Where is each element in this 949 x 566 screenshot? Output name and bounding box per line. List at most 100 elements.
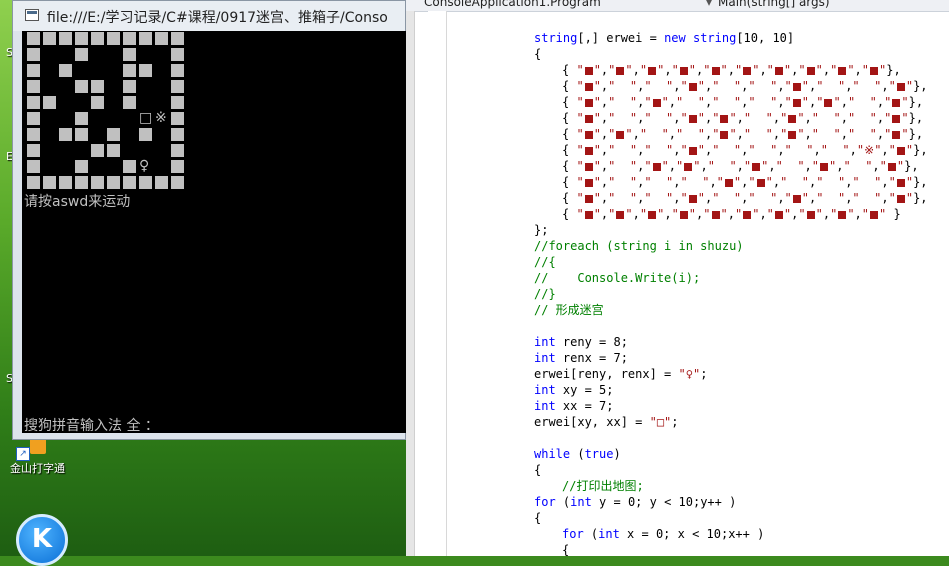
code-line[interactable]: int reny = 8; (534, 334, 628, 350)
array-row[interactable]: { " "," "," "," "," "," "," "," "," "," " } (562, 206, 901, 222)
maze-wall (27, 112, 40, 125)
console-window-icon (25, 9, 39, 21)
code-line[interactable]: int xy = 5; (534, 382, 613, 398)
maze-wall (155, 176, 168, 189)
maze-wall (139, 128, 152, 141)
code-line[interactable]: // Console.Write(i); (534, 270, 700, 286)
maze-wall (107, 32, 120, 45)
maze-wall (59, 128, 72, 141)
maze-wall (59, 176, 72, 189)
shortcut-arrow-icon: ↗ (16, 447, 30, 461)
array-row[interactable]: { " "," "," "," "," "," "," "," "," "," "}, (562, 62, 901, 78)
maze-wall (171, 80, 184, 93)
typing-app-icon[interactable] (30, 438, 46, 454)
maze-wall (75, 112, 88, 125)
maze-wall (171, 160, 184, 173)
code-line[interactable]: //打印出地图; (562, 478, 644, 494)
code-line[interactable]: erwei[xy, xx] = "□"; (534, 414, 679, 430)
array-row[interactable]: { " "," "," "," "," "," "," "," "," "," "}, (562, 126, 923, 142)
dropdown-arrow-icon[interactable]: ▾ (706, 0, 712, 9)
maze-wall (171, 64, 184, 77)
code-line[interactable]: erwei[reny, renx] = "♀"; (534, 366, 707, 382)
maze-wall (91, 32, 104, 45)
maze-wall (139, 64, 152, 77)
maze-wall (171, 112, 184, 125)
maze-wall (123, 64, 136, 77)
code-editor[interactable]: ConsoleApplication1.Program ▾ Main(strin… (406, 0, 949, 557)
code-line[interactable]: for (int y = 0; y < 10;y++ ) (534, 494, 736, 510)
type-dropdown[interactable]: ConsoleApplication1.Program (424, 0, 601, 9)
maze-wall (43, 176, 56, 189)
array-row[interactable]: { " "," "," "," "," "," "," "," ","※"," "}, (562, 142, 928, 158)
array-row[interactable]: { " "," "," "," "," "," "," "," "," "," "}, (562, 190, 928, 206)
code-line[interactable]: // 形成迷宫 (534, 302, 604, 318)
player: ♀ (139, 158, 150, 174)
maze-wall (75, 128, 88, 141)
maze-wall (27, 144, 40, 157)
maze-wall (155, 32, 168, 45)
maze-wall (27, 128, 40, 141)
console-prompt: 请按aswd来运动 (24, 194, 131, 210)
maze-wall (75, 80, 88, 93)
maze-wall (123, 96, 136, 109)
push-box: □ (139, 110, 153, 126)
code-line[interactable]: }; (534, 222, 548, 238)
code-line[interactable]: { (534, 46, 541, 62)
maze-wall (171, 128, 184, 141)
maze-wall (91, 80, 104, 93)
code-line[interactable]: int xx = 7; (534, 398, 613, 414)
maze-wall (27, 96, 40, 109)
code-line[interactable]: //foreach (string i in shuzu) (534, 238, 744, 254)
maze-wall (171, 144, 184, 157)
maze-wall (171, 176, 184, 189)
maze-wall (27, 176, 40, 189)
console-titlebar[interactable]: file:///E:/学习记录/C#课程/0917迷宫、推箱子/Conso (13, 1, 405, 31)
goal-marker: ※ (155, 110, 167, 126)
code-line[interactable]: { (534, 462, 541, 478)
code-line[interactable]: string[,] erwei = new string[10, 10] (534, 30, 794, 46)
array-row[interactable]: { " "," "," "," "," "," "," "," "," "," "}, (562, 78, 928, 94)
maze-wall (43, 96, 56, 109)
kugou-icon[interactable]: K (16, 514, 68, 566)
maze-wall (59, 64, 72, 77)
code-area[interactable]: string[,] erwei = new string[10, 10]{{ "… (406, 11, 949, 557)
maze-wall (59, 32, 72, 45)
member-dropdown[interactable]: Main(string[] args) (718, 0, 830, 9)
maze-wall (91, 176, 104, 189)
maze-wall (27, 32, 40, 45)
array-row[interactable]: { " "," "," "," "," "," "," "," "," "," "}, (562, 158, 919, 174)
maze-wall (107, 144, 120, 157)
code-line[interactable]: //{ (534, 254, 556, 270)
maze-wall (123, 32, 136, 45)
maze-wall (123, 80, 136, 93)
maze-wall (107, 176, 120, 189)
console-window[interactable]: file:///E:/学习记录/C#课程/0917迷宫、推箱子/Conso □ ※… (12, 0, 406, 440)
array-row[interactable]: { " "," "," "," "," "," "," "," "," "," "}, (562, 94, 923, 110)
maze-wall (171, 48, 184, 61)
maze-wall (123, 48, 136, 61)
ime-status: 搜狗拼音输入法 全 ： (24, 418, 159, 433)
desktop-shortcut-label[interactable]: 金山打字通 (10, 460, 65, 476)
maze-wall (91, 96, 104, 109)
maze-wall (107, 128, 120, 141)
array-row[interactable]: { " "," "," "," "," "," "," "," "," "," "}, (562, 110, 923, 126)
maze-wall (171, 96, 184, 109)
maze-wall (75, 32, 88, 45)
maze-wall (75, 176, 88, 189)
maze-wall (171, 32, 184, 45)
maze-wall (43, 32, 56, 45)
array-row[interactable]: { " "," "," "," "," "," "," "," "," "," "}, (562, 174, 928, 190)
maze-wall (75, 160, 88, 173)
code-line[interactable]: //} (534, 286, 556, 302)
maze-wall (139, 32, 152, 45)
code-line[interactable]: for (int x = 0; x < 10;x++ ) (562, 526, 764, 542)
code-line[interactable]: int renx = 7; (534, 350, 628, 366)
console-title: file:///E:/学习记录/C#课程/0917迷宫、推箱子/Conso (47, 10, 388, 26)
console-screen[interactable]: □ ※ ♀ 请按aswd来运动 搜狗拼音输入法 全 ： (22, 31, 406, 433)
maze-wall (91, 144, 104, 157)
maze-wall (27, 48, 40, 61)
maze-wall (123, 160, 136, 173)
code-line[interactable]: while (true) (534, 446, 621, 462)
code-line[interactable]: { (534, 510, 541, 526)
maze-wall (75, 48, 88, 61)
